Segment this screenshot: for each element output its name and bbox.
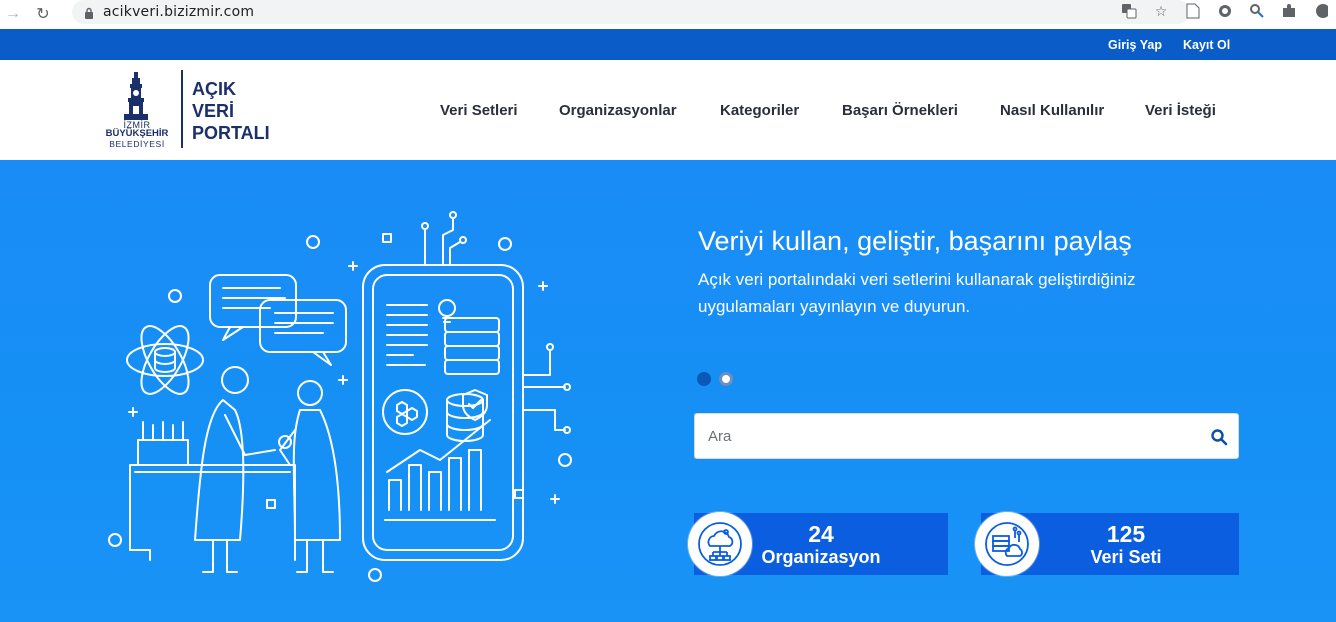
translate-icon[interactable] xyxy=(1120,2,1138,20)
data-scientists-illustration xyxy=(108,211,572,582)
nav-veri-istegi[interactable]: Veri İsteği xyxy=(1145,102,1216,119)
hero-section: Veriyi kullan, geliştir, başarını paylaş… xyxy=(0,160,1336,622)
search-input[interactable] xyxy=(695,414,1195,458)
portal-title: AÇIK VERİ PORTALI xyxy=(192,78,270,144)
portal-title-line2: VERİ xyxy=(192,101,235,121)
carousel-dot-2[interactable] xyxy=(719,372,733,386)
search-icon[interactable] xyxy=(1210,428,1228,446)
browser-toolbar-icons: ☆ xyxy=(1120,2,1336,20)
stat-datasets-value: 125 xyxy=(1106,521,1146,547)
portal-title-line1: AÇIK xyxy=(192,79,236,99)
nav-basari-ornekleri[interactable]: Başarı Örnekleri xyxy=(842,102,958,119)
logo-buyuksehir-text: BÜYÜKŞEHİR xyxy=(105,128,169,139)
top-account-bar: Giriş Yap Kayıt Ol xyxy=(0,29,1336,60)
stat-organizations[interactable]: 24 Organizasyon xyxy=(688,512,948,576)
extension-circle-icon[interactable] xyxy=(1216,2,1234,20)
nav-veri-setleri[interactable]: Veri Setleri xyxy=(440,102,518,119)
login-link[interactable]: Giriş Yap xyxy=(1108,38,1162,52)
address-bar[interactable]: acikveri.bizizmir.com xyxy=(72,0,1190,24)
url-text: acikveri.bizizmir.com xyxy=(103,4,255,20)
carousel-dot-1[interactable] xyxy=(697,372,711,386)
hero-title: Veriyi kullan, geliştir, başarını paylaş xyxy=(698,226,1132,256)
stat-organizations-label: Organizasyon xyxy=(761,547,881,567)
stat-datasets[interactable]: 125 Veri Seti xyxy=(975,512,1239,576)
logo-belediyesi-text: BELEDİYESİ xyxy=(109,139,165,149)
carousel-indicators xyxy=(697,372,733,386)
browser-chrome: → ↻ acikveri.bizizmir.com ☆ xyxy=(0,0,1336,27)
site-header: İZMİR BÜYÜKŞEHİR BELEDİYESİ AÇIK VERİ PO… xyxy=(0,60,1336,160)
clock-tower-icon xyxy=(124,72,148,120)
document-icon[interactable] xyxy=(1184,2,1202,20)
portal-title-line3: PORTALI xyxy=(192,123,270,143)
extension-search-icon[interactable] xyxy=(1248,2,1266,20)
puzzle-icon[interactable] xyxy=(1280,2,1298,20)
lock-icon xyxy=(84,6,94,19)
logo-divider xyxy=(181,70,183,148)
reload-icon[interactable]: ↻ xyxy=(32,3,54,25)
nav-organizasyonlar[interactable]: Organizasyonlar xyxy=(559,102,677,119)
register-link[interactable]: Kayıt Ol xyxy=(1183,38,1230,52)
profile-icon[interactable] xyxy=(1312,2,1330,20)
nav-kategoriler[interactable]: Kategoriler xyxy=(720,102,799,119)
star-icon[interactable]: ☆ xyxy=(1152,2,1170,20)
stat-datasets-label: Veri Seti xyxy=(1090,547,1162,567)
search-box xyxy=(694,413,1239,459)
stat-organizations-value: 24 xyxy=(808,521,834,547)
back-arrow-icon[interactable]: → xyxy=(2,3,24,25)
site-logo[interactable]: İZMİR BÜYÜKŞEHİR BELEDİYESİ AÇIK VERİ PO… xyxy=(100,70,290,152)
hero-subtitle: Açık veri portalındaki veri setlerini ku… xyxy=(698,270,1136,316)
nav-nasil-kullanilir[interactable]: Nasıl Kullanılır xyxy=(1000,102,1104,119)
